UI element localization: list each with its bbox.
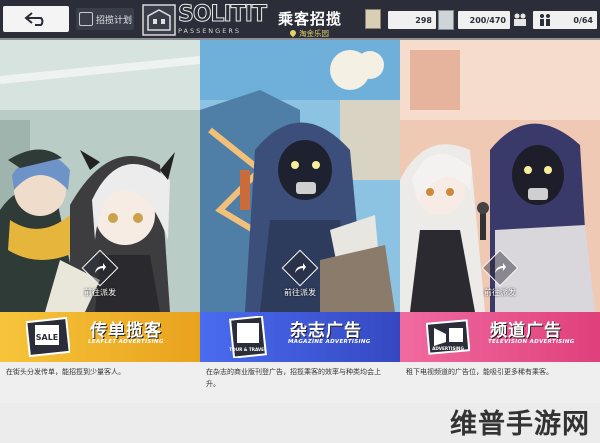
television-subtitle: TELEVISION ADVERTISING (488, 339, 575, 345)
magazine-banner: TOUR & TRAVEL 杂志广告 MAGAZINE ADVERTISING (200, 312, 400, 362)
passengers-icon (514, 13, 526, 26)
location-label: 淘金乐园 (288, 28, 329, 39)
dispatch-label: 前往派发 (84, 288, 116, 297)
magazine-dispatch-button[interactable]: 前往派发 (280, 249, 320, 298)
recruit-plan-button[interactable]: 招揽计划 (76, 8, 134, 30)
page-title: 乘客招揽 (278, 10, 343, 28)
television-banner: ADVERTISING 频道广告 TELEVISION ADVERTISING (400, 312, 600, 362)
magazine-advertising-card[interactable]: 前往派发 TOUR & TRAVEL 杂志广告 MAGAZINE ADVERTI… (200, 40, 400, 403)
share-arrow-icon (95, 263, 106, 273)
site-watermark: 维普手游网 (450, 409, 590, 440)
magazine-subtitle: MAGAZINE ADVERTISING (288, 339, 371, 345)
top-bar: 招揽计划 SOLITIT PASSENGERS 乘客招揽 淘金乐园 298 20… (0, 0, 600, 40)
television-title: 频道广告 (490, 321, 562, 341)
card-icon (438, 10, 454, 30)
magazine-emblem-icon: TOUR & TRAVEL (229, 316, 267, 358)
plan-icon (79, 12, 93, 26)
dispatch-label: 前往派发 (484, 288, 516, 297)
television-description: 租下电视频道的广告位，能吸引更多稀有乘客。 (400, 362, 600, 403)
solitit-logo: SOLITIT PASSENGERS (178, 2, 288, 38)
television-dispatch-button[interactable]: 前往派发 (480, 249, 520, 298)
emblem-text: TOUR & TRAVEL (229, 347, 267, 352)
ticket-count: 298 (388, 11, 436, 29)
share-arrow-icon (295, 263, 306, 273)
recruit-screen: 招揽计划 SOLITIT PASSENGERS 乘客招揽 淘金乐园 298 20… (0, 0, 600, 443)
emblem-text: SALE (36, 333, 59, 342)
logo-sub-text: PASSENGERS (178, 27, 241, 35)
television-emblem-icon: ADVERTISING (426, 319, 470, 355)
television-advertising-card[interactable]: 前往派发 ADVERTISING 频道广告 TELEVISION ADVERTI… (400, 40, 600, 403)
share-arrow-icon (495, 263, 506, 273)
logo-main-text: SOLITIT (178, 2, 268, 27)
passenger-icon (540, 14, 550, 26)
leaflet-description: 在街头分发传单，能招揽到少量客人。 (0, 362, 200, 403)
ticket-icon (365, 9, 381, 29)
back-arrow-icon (24, 12, 44, 26)
back-button[interactable] (3, 6, 69, 32)
leaflet-advertising-card[interactable]: 前往派发 SALE 传单揽客 LEAFLET ADVERTISING 在街头分发… (0, 40, 200, 403)
magazine-title: 杂志广告 (290, 321, 362, 341)
magazine-description: 在杂志的商业版刊登广告，招揽乘客的效率与种类均会上升。 (200, 362, 400, 403)
dispatch-label: 前往派发 (284, 288, 316, 297)
location-text: 淘金乐园 (299, 29, 329, 38)
recruit-plan-label: 招揽计划 (96, 15, 133, 26)
capacity-count: 200/470 (458, 11, 510, 29)
leaflet-subtitle: LEAFLET ADVERTISING (88, 339, 164, 345)
leaflet-dispatch-button[interactable]: 前往派发 (80, 249, 120, 298)
location-pin-icon (288, 28, 298, 38)
station-building-icon (142, 4, 176, 36)
leaflet-emblem-icon: SALE (26, 316, 70, 358)
leaflet-title: 传单揽客 (90, 321, 162, 341)
emblem-text: ADVERTISING (432, 346, 464, 351)
leaflet-banner: SALE 传单揽客 LEAFLET ADVERTISING (0, 312, 200, 362)
